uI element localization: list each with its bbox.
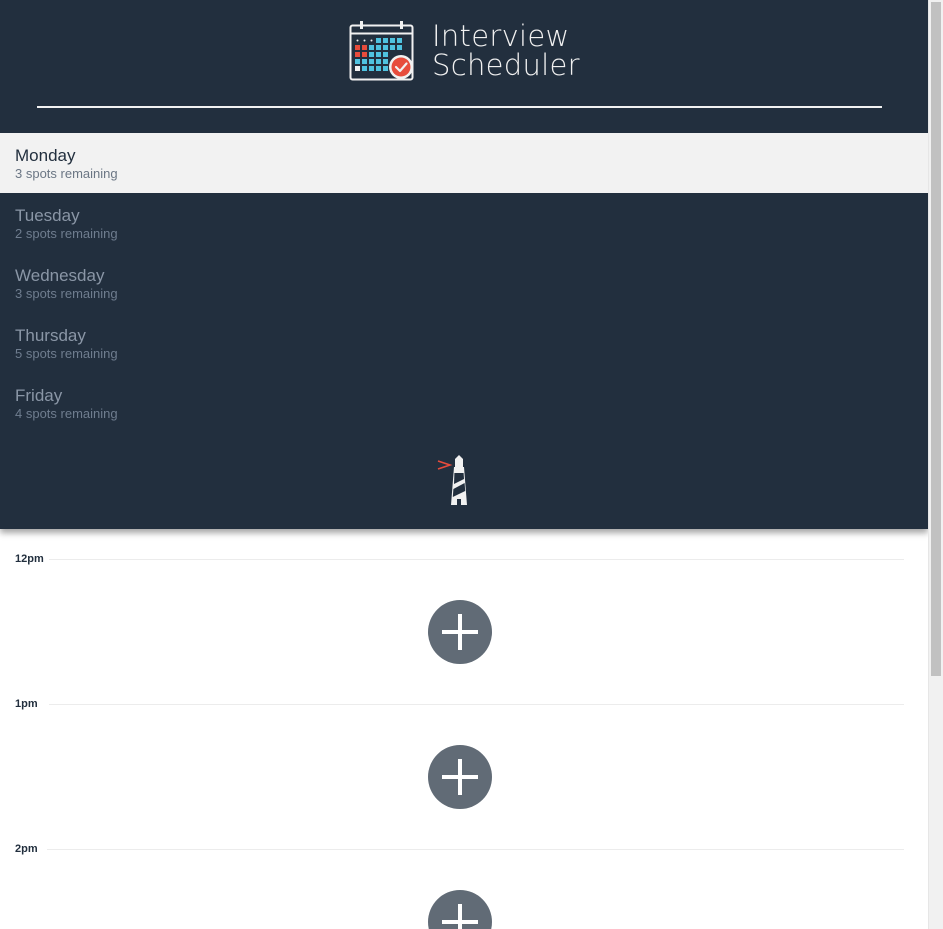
day-spots: 4 spots remaining (15, 406, 118, 421)
add-appointment-button[interactable] (428, 890, 492, 929)
day-list: Monday 3 spots remaining Tuesday 2 spots… (0, 133, 928, 433)
slot-separator (47, 849, 904, 850)
day-name: Tuesday (15, 206, 80, 225)
calendar-check-icon (349, 21, 414, 81)
scrollbar[interactable] (928, 0, 943, 929)
day-item-friday[interactable]: Friday 4 spots remaining (0, 373, 928, 433)
schedule: 12pm 1pm 2pm (0, 529, 928, 929)
sidebar: Interview Scheduler Monday 3 spots remai… (0, 0, 928, 529)
plus-icon (442, 759, 478, 795)
day-item-tuesday[interactable]: Tuesday 2 spots remaining (0, 193, 928, 253)
appointment-slot-1pm: 1pm (0, 674, 928, 819)
add-appointment-button[interactable] (428, 745, 492, 809)
appointment-slot-2pm: 2pm (0, 819, 928, 929)
app-title: Interview Scheduler (432, 22, 580, 80)
day-name: Friday (15, 386, 63, 405)
page: Interview Scheduler Monday 3 spots remai… (0, 0, 928, 929)
day-name: Thursday (15, 326, 86, 345)
day-item-wednesday[interactable]: Wednesday 3 spots remaining (0, 253, 928, 313)
plus-icon (442, 904, 478, 929)
slot-time: 1pm (15, 698, 38, 710)
plus-icon (442, 614, 478, 650)
app-title-line-1: Interview (432, 19, 570, 53)
day-spots: 3 spots remaining (15, 166, 118, 181)
brand: Interview Scheduler (349, 20, 580, 82)
slot-separator (49, 559, 904, 560)
day-spots: 2 spots remaining (15, 226, 118, 241)
day-name: Monday (15, 146, 76, 165)
slot-time: 12pm (15, 553, 44, 565)
app-title-line-2: Scheduler (432, 48, 580, 82)
appointment-slot-12pm: 12pm (0, 529, 928, 674)
day-spots: 5 spots remaining (15, 346, 118, 361)
slot-separator (49, 704, 904, 705)
add-appointment-button[interactable] (428, 600, 492, 664)
sidebar-divider (37, 106, 882, 108)
lighthouse-icon (437, 455, 467, 505)
day-item-monday[interactable]: Monday 3 spots remaining (0, 133, 928, 193)
slot-time: 2pm (15, 843, 38, 855)
day-spots: 3 spots remaining (15, 286, 118, 301)
day-item-thursday[interactable]: Thursday 5 spots remaining (0, 313, 928, 373)
scrollbar-thumb[interactable] (931, 2, 941, 676)
day-name: Wednesday (15, 266, 105, 285)
